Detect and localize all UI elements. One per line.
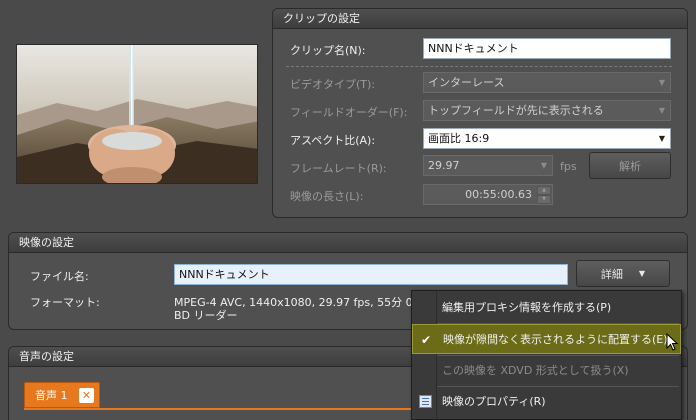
chevron-down-icon: ▼ xyxy=(658,134,666,143)
duration-value: 00:55:00.63 xyxy=(465,188,532,201)
duration-label: 映像の長さ(L): xyxy=(290,190,364,203)
video-type-select[interactable]: インターレース ▼ xyxy=(423,72,671,93)
menu-item-fit-video-label: 映像が隙間なく表示されるように配置する(E) xyxy=(443,333,668,346)
video-type-label: ビデオタイプ(T): xyxy=(290,78,376,91)
clip-name-input[interactable]: NNNドキュメント xyxy=(423,38,671,59)
field-order-label: フィールドオーダー(F): xyxy=(290,106,408,119)
spin-down-icon[interactable]: ▼ xyxy=(537,195,551,204)
video-settings-title: 映像の設定 xyxy=(9,233,687,253)
audio-tab[interactable]: 音声 1 ✕ xyxy=(24,382,100,408)
chevron-down-icon: ▼ xyxy=(540,161,548,170)
file-name-input[interactable]: NNNドキュメント xyxy=(174,264,568,285)
chevron-down-icon: ▼ xyxy=(638,269,646,278)
aspect-ratio-value: 画面比 16:9 xyxy=(428,132,490,145)
field-order-value: トップフィールドが先に表示される xyxy=(428,104,604,117)
thumbnail-image xyxy=(17,45,257,183)
check-icon: ✔ xyxy=(421,333,432,347)
duration-input[interactable]: 00:55:00.63 ▲ ▼ xyxy=(423,184,553,205)
clip-name-label: クリップ名(N): xyxy=(290,44,366,57)
aspect-ratio-label: アスペクト比(A): xyxy=(290,134,376,147)
frame-rate-value: 29.97 xyxy=(428,159,460,172)
file-name-label: ファイル名: xyxy=(30,270,89,283)
frame-rate-select[interactable]: 29.97 ▼ xyxy=(423,155,553,176)
analyze-button[interactable]: 解析 xyxy=(589,152,671,179)
duration-spinner[interactable]: ▲ ▼ xyxy=(537,186,551,204)
format-label: フォーマット: xyxy=(30,296,100,309)
menu-item-video-properties-label: 映像のプロパティ(R) xyxy=(442,395,546,408)
chevron-down-icon: ▼ xyxy=(658,106,666,115)
detail-button-label: 詳細 xyxy=(600,267,623,281)
spin-up-icon[interactable]: ▲ xyxy=(537,186,551,195)
menu-item-create-proxy[interactable]: 編集用プロキシ情報を作成する(P) xyxy=(412,293,681,323)
aspect-ratio-select[interactable]: 画面比 16:9 ▼ xyxy=(423,128,671,149)
detail-button[interactable]: 詳細 ▼ xyxy=(576,260,670,287)
fps-unit-label: fps xyxy=(560,160,577,173)
close-icon[interactable]: ✕ xyxy=(79,388,94,403)
audio-tab-label: 音声 1 xyxy=(35,389,68,402)
separator xyxy=(286,66,672,67)
frame-rate-label: フレームレート(R): xyxy=(290,162,387,175)
clip-settings-title: クリップの設定 xyxy=(273,9,687,29)
detail-context-menu: 編集用プロキシ情報を作成する(P) ✔ 映像が隙間なく表示されるように配置する(… xyxy=(411,290,682,420)
menu-item-treat-xdvd[interactable]: この映像を XDVD 形式として扱う(X) xyxy=(412,356,681,386)
format-line2: BD リーダー xyxy=(174,309,238,322)
video-type-value: インターレース xyxy=(428,76,505,89)
mouse-cursor-icon xyxy=(666,333,679,351)
chevron-down-icon: ▼ xyxy=(658,78,666,87)
field-order-select[interactable]: トップフィールドが先に表示される ▼ xyxy=(423,100,671,121)
properties-icon xyxy=(419,395,432,408)
menu-item-fit-video[interactable]: ✔ 映像が隙間なく表示されるように配置する(E) xyxy=(412,324,681,354)
clip-thumbnail xyxy=(16,44,258,184)
menu-item-video-properties[interactable]: 映像のプロパティ(R) xyxy=(412,387,681,417)
